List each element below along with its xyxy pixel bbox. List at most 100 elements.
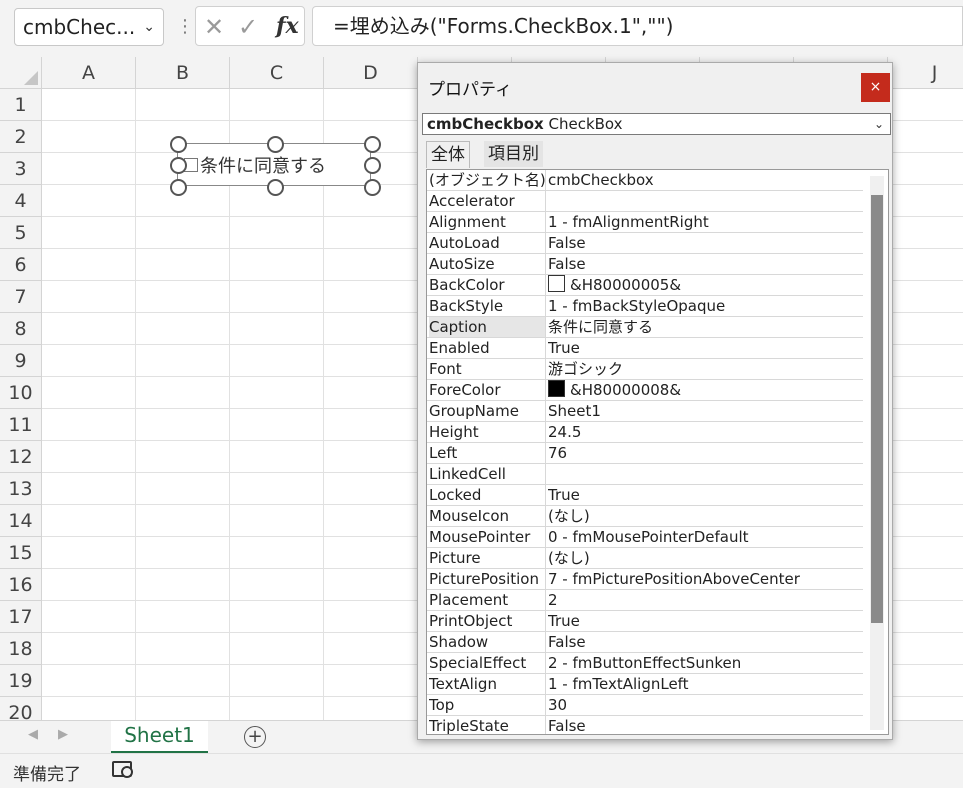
resize-handle[interactable] — [170, 136, 187, 153]
row-header[interactable]: 11 — [0, 409, 42, 441]
property-row[interactable]: Shadow False — [427, 632, 863, 653]
prev-sheet-icon[interactable]: ◀ — [28, 727, 38, 742]
enter-icon[interactable]: ✓ — [238, 13, 258, 41]
row-header[interactable]: 7 — [0, 281, 42, 313]
property-value[interactable]: False — [548, 233, 863, 253]
property-row[interactable]: Alignment 1 - fmAlignmentRight — [427, 212, 863, 233]
property-row[interactable]: TripleState False — [427, 716, 863, 734]
property-row[interactable]: AutoSize False — [427, 254, 863, 275]
more-options-icon[interactable]: ⋮ — [176, 16, 194, 37]
property-value[interactable]: (なし) — [548, 506, 863, 526]
row-header[interactable]: 16 — [0, 569, 42, 601]
row-header[interactable]: 14 — [0, 505, 42, 537]
property-value[interactable]: 2 - fmButtonEffectSunken — [548, 653, 863, 673]
property-row[interactable]: GroupName Sheet1 — [427, 401, 863, 422]
property-value[interactable]: 30 — [548, 695, 863, 715]
select-all-corner[interactable] — [0, 57, 42, 89]
column-header-d[interactable]: D — [324, 57, 418, 89]
property-value[interactable]: True — [548, 611, 863, 631]
property-value[interactable]: 条件に同意する — [548, 317, 863, 337]
property-row[interactable]: MouseIcon (なし) — [427, 506, 863, 527]
property-row[interactable]: ForeColor &H80000008& — [427, 380, 863, 401]
row-header[interactable]: 15 — [0, 537, 42, 569]
property-row[interactable]: Left 76 — [427, 443, 863, 464]
resize-handle[interactable] — [267, 136, 284, 153]
row-header[interactable]: 4 — [0, 185, 42, 217]
column-header-a[interactable]: A — [42, 57, 136, 89]
property-row[interactable]: Locked True — [427, 485, 863, 506]
add-sheet-icon[interactable]: + — [244, 726, 266, 748]
resize-handle[interactable] — [364, 136, 381, 153]
property-row[interactable]: SpecialEffect 2 - fmButtonEffectSunken — [427, 653, 863, 674]
property-value[interactable]: 76 — [548, 443, 863, 463]
resize-handle[interactable] — [364, 157, 381, 174]
row-header[interactable]: 9 — [0, 345, 42, 377]
property-row[interactable]: AutoLoad False — [427, 233, 863, 254]
property-value[interactable]: 游ゴシック — [548, 359, 863, 379]
close-button[interactable]: × — [861, 73, 890, 102]
row-header[interactable]: 8 — [0, 313, 42, 345]
property-row[interactable]: PrintObject True — [427, 611, 863, 632]
next-sheet-icon[interactable]: ▶ — [58, 727, 68, 742]
property-value[interactable]: &H80000005& — [548, 275, 863, 295]
row-header[interactable]: 6 — [0, 249, 42, 281]
property-value[interactable]: 24.5 — [548, 422, 863, 442]
insert-function-icon[interactable]: fx — [276, 13, 299, 39]
property-value[interactable]: 2 — [548, 590, 863, 610]
property-value[interactable]: False — [548, 632, 863, 652]
property-grid[interactable]: TripleState False Top 30 TextAlign 1 - fmText… — [426, 169, 889, 735]
property-row[interactable]: PicturePosition 7 - fmPicturePositionAbov… — [427, 569, 863, 590]
row-header[interactable]: 5 — [0, 217, 42, 249]
row-header[interactable]: 18 — [0, 633, 42, 665]
property-value[interactable]: True — [548, 485, 863, 505]
property-row[interactable]: TextAlign 1 - fmTextAlignLeft — [427, 674, 863, 695]
property-value[interactable]: 0 - fmMousePointerDefault — [548, 527, 863, 547]
property-row[interactable]: Picture (なし) — [427, 548, 863, 569]
row-header[interactable]: 10 — [0, 377, 42, 409]
row-header[interactable]: 12 — [0, 441, 42, 473]
chevron-down-icon[interactable]: ⌄ — [874, 114, 884, 134]
column-header-c[interactable]: C — [230, 57, 324, 89]
property-value[interactable]: 7 - fmPicturePositionAboveCenter — [548, 569, 863, 589]
property-value[interactable]: cmbCheckbox — [548, 170, 863, 190]
property-row[interactable]: BackStyle 1 - fmBackStyleOpaque — [427, 296, 863, 317]
property-value[interactable]: False — [548, 716, 863, 734]
resize-handle[interactable] — [170, 179, 187, 196]
resize-handle[interactable] — [267, 179, 284, 196]
column-header-j[interactable]: J — [888, 57, 963, 89]
property-row[interactable]: Height 24.5 — [427, 422, 863, 443]
object-select[interactable]: cmbCheckbox CheckBox ⌄ — [422, 113, 891, 135]
property-row[interactable]: MousePointer 0 - fmMousePointerDefault — [427, 527, 863, 548]
property-value[interactable]: (なし) — [548, 548, 863, 568]
property-row[interactable]: Caption 条件に同意する — [427, 317, 863, 338]
property-value[interactable]: False — [548, 254, 863, 274]
resize-handle[interactable] — [364, 179, 381, 196]
cancel-icon[interactable]: ✕ — [204, 13, 224, 41]
property-row[interactable]: Placement 2 — [427, 590, 863, 611]
resize-handle[interactable] — [170, 157, 187, 174]
scrollbar-thumb[interactable] — [871, 195, 883, 623]
property-row[interactable]: Font 游ゴシック — [427, 359, 863, 380]
column-header-b[interactable]: B — [136, 57, 230, 89]
row-header[interactable]: 2 — [0, 121, 42, 153]
row-header[interactable]: 20 — [0, 697, 42, 720]
property-value[interactable]: True — [548, 338, 863, 358]
row-header[interactable]: 3 — [0, 153, 42, 185]
property-value[interactable]: Sheet1 — [548, 401, 863, 421]
tab-categorized[interactable]: 項目別 — [484, 141, 543, 167]
row-header[interactable]: 17 — [0, 601, 42, 633]
property-row[interactable]: Enabled True — [427, 338, 863, 359]
accessibility-icon[interactable] — [112, 761, 133, 778]
chevron-down-icon[interactable]: ⌄ — [143, 9, 155, 45]
sheet-tab-sheet1[interactable]: Sheet1 — [111, 721, 208, 754]
property-row[interactable]: LinkedCell — [427, 464, 863, 485]
property-value[interactable]: 1 - fmAlignmentRight — [548, 212, 863, 232]
formula-input[interactable]: =埋め込み("Forms.CheckBox.1","") — [312, 6, 963, 46]
row-header[interactable]: 1 — [0, 89, 42, 121]
property-value[interactable]: 1 - fmTextAlignLeft — [548, 674, 863, 694]
property-row[interactable]: BackColor &H80000005& — [427, 275, 863, 296]
name-box[interactable]: cmbChec... ⌄ — [14, 8, 164, 46]
property-row[interactable]: (オブジェクト名) cmbCheckbox — [427, 170, 863, 191]
property-row[interactable]: Accelerator — [427, 191, 863, 212]
property-value[interactable]: 1 - fmBackStyleOpaque — [548, 296, 863, 316]
